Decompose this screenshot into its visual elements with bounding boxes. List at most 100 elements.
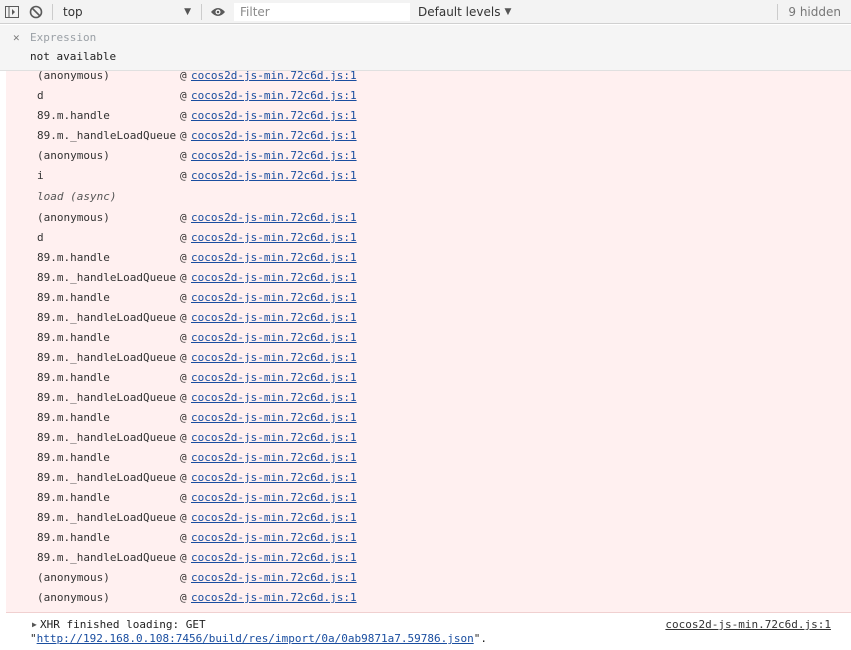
source-link[interactable]: cocos2d-js-min.72c6d.js:1 (191, 410, 357, 426)
at-sign: @ (180, 251, 187, 264)
at-sign: @ (180, 351, 187, 364)
source-link[interactable]: cocos2d-js-min.72c6d.js:1 (191, 450, 357, 466)
context-selector[interactable]: top ▼ (57, 2, 197, 22)
source-link[interactable]: cocos2d-js-min.72c6d.js:1 (191, 550, 357, 566)
console-toolbar: top ▼ Default levels ▼ 9 hidden (0, 0, 851, 24)
function-name: (anonymous) (37, 149, 110, 162)
stack-frame: 89.m.handle @ cocos2d-js-min.72c6d.js:1 (6, 450, 851, 466)
stack-frame: 89.m.handle @ cocos2d-js-min.72c6d.js:1 (6, 330, 851, 346)
function-name: (anonymous) (37, 211, 110, 224)
at-sign: @ (180, 491, 187, 504)
at-sign: @ (180, 109, 187, 122)
at-sign: @ (180, 291, 187, 304)
at-sign: @ (180, 149, 187, 162)
stack-frame: 89.m.handle @ cocos2d-js-min.72c6d.js:1 (6, 410, 851, 426)
sidebar-toggle-button[interactable] (0, 0, 24, 24)
function-name: d (37, 231, 44, 244)
toolbar-divider (52, 3, 53, 20)
function-name: 89.m.handle (37, 411, 110, 424)
function-name: 89.m._handleLoadQueue (37, 551, 177, 564)
source-link[interactable]: cocos2d-js-min.72c6d.js:1 (191, 590, 357, 606)
async-separator: load (async) (6, 189, 851, 205)
at-sign: @ (180, 511, 187, 524)
at-sign: @ (180, 571, 187, 584)
function-name: 89.m._handleLoadQueue (37, 391, 177, 404)
at-sign: @ (180, 169, 187, 182)
function-name: (anonymous) (37, 571, 110, 584)
log-levels-dropdown[interactable]: Default levels ▼ (418, 5, 511, 19)
at-sign: @ (180, 129, 187, 142)
function-name: 89.m.handle (37, 451, 110, 464)
source-link[interactable]: cocos2d-js-min.72c6d.js:1 (191, 68, 357, 84)
stack-frame: 89.m.handle @ cocos2d-js-min.72c6d.js:1 (6, 108, 851, 124)
expand-triangle-icon[interactable]: ▶ (32, 620, 37, 629)
stack-frame: 89.m._handleLoadQueue @ cocos2d-js-min.72c… (6, 310, 851, 326)
stack-frame: d @ cocos2d-js-min.72c6d.js:1 (6, 88, 851, 104)
clear-icon (29, 5, 43, 18)
xhr-source-link[interactable]: cocos2d-js-min.72c6d.js:1 (665, 618, 831, 631)
stack-frame: 89.m.handle @ cocos2d-js-min.72c6d.js:1 (6, 530, 851, 546)
source-link[interactable]: cocos2d-js-min.72c6d.js:1 (191, 168, 357, 184)
source-link[interactable]: cocos2d-js-min.72c6d.js:1 (191, 108, 357, 124)
function-name: 89.m.handle (37, 331, 110, 344)
toolbar-divider (201, 3, 202, 20)
source-link[interactable]: cocos2d-js-min.72c6d.js:1 (191, 148, 357, 164)
source-link[interactable]: cocos2d-js-min.72c6d.js:1 (191, 470, 357, 486)
source-link[interactable]: cocos2d-js-min.72c6d.js:1 (191, 310, 357, 326)
xhr-url-link[interactable]: http://192.168.0.108:7456/build/res/impo… (37, 632, 474, 645)
source-link[interactable]: cocos2d-js-min.72c6d.js:1 (191, 490, 357, 506)
stack-frame: 89.m.handle @ cocos2d-js-min.72c6d.js:1 (6, 490, 851, 506)
live-expression-button[interactable] (206, 0, 230, 24)
function-name: 89.m.handle (37, 491, 110, 504)
source-link[interactable]: cocos2d-js-min.72c6d.js:1 (191, 250, 357, 266)
source-link[interactable]: cocos2d-js-min.72c6d.js:1 (191, 128, 357, 144)
stack-frame: 89.m._handleLoadQueue @ cocos2d-js-min.72c… (6, 430, 851, 446)
stack-frame: 89.m._handleLoadQueue @ cocos2d-js-min.72c… (6, 510, 851, 526)
at-sign: @ (180, 411, 187, 424)
source-link[interactable]: cocos2d-js-min.72c6d.js:1 (191, 390, 357, 406)
eye-icon (211, 7, 225, 16)
source-link[interactable]: cocos2d-js-min.72c6d.js:1 (191, 270, 357, 286)
at-sign: @ (180, 531, 187, 544)
stack-frame: 89.m._handleLoadQueue @ cocos2d-js-min.72c… (6, 270, 851, 286)
function-name: 89.m._handleLoadQueue (37, 511, 177, 524)
stack-frame: (anonymous) @ cocos2d-js-min.72c6d.js:1 (6, 590, 851, 606)
stack-frame: (anonymous) @ cocos2d-js-min.72c6d.js:1 (6, 570, 851, 586)
stack-frame: (anonymous) @ cocos2d-js-min.72c6d.js:1 (6, 68, 851, 84)
function-name: 89.m.handle (37, 531, 110, 544)
at-sign: @ (180, 211, 187, 224)
stack-frame: 89.m._handleLoadQueue @ cocos2d-js-min.72c… (6, 128, 851, 144)
source-link[interactable]: cocos2d-js-min.72c6d.js:1 (191, 530, 357, 546)
source-link[interactable]: cocos2d-js-min.72c6d.js:1 (191, 230, 357, 246)
source-link[interactable]: cocos2d-js-min.72c6d.js:1 (191, 210, 357, 226)
at-sign: @ (180, 371, 187, 384)
stack-frame: d @ cocos2d-js-min.72c6d.js:1 (6, 230, 851, 246)
source-link[interactable]: cocos2d-js-min.72c6d.js:1 (191, 510, 357, 526)
at-sign: @ (180, 471, 187, 484)
at-sign: @ (180, 391, 187, 404)
stack-frame: i @ cocos2d-js-min.72c6d.js:1 (6, 168, 851, 184)
source-link[interactable]: cocos2d-js-min.72c6d.js:1 (191, 570, 357, 586)
source-link[interactable]: cocos2d-js-min.72c6d.js:1 (191, 88, 357, 104)
stack-frame: 89.m._handleLoadQueue @ cocos2d-js-min.72c… (6, 350, 851, 366)
source-link[interactable]: cocos2d-js-min.72c6d.js:1 (191, 350, 357, 366)
error-stack-trace: (anonymous) @ cocos2d-js-min.72c6d.js:1 d @ c… (6, 68, 851, 613)
filter-input[interactable] (234, 2, 410, 21)
at-sign: @ (180, 311, 187, 324)
at-sign: @ (180, 551, 187, 564)
context-label: top (63, 4, 83, 19)
close-icon[interactable]: ✕ (13, 31, 20, 44)
source-link[interactable]: cocos2d-js-min.72c6d.js:1 (191, 370, 357, 386)
source-link[interactable]: cocos2d-js-min.72c6d.js:1 (191, 330, 357, 346)
live-expression-panel: ✕ Expression not available (0, 25, 851, 71)
stack-frame: 89.m.handle @ cocos2d-js-min.72c6d.js:1 (6, 370, 851, 386)
function-name: 89.m.handle (37, 251, 110, 264)
url-close-quote: ". (473, 632, 487, 645)
hidden-messages-count: 9 hidden (777, 4, 841, 20)
function-name: 89.m._handleLoadQueue (37, 351, 177, 364)
at-sign: @ (180, 271, 187, 284)
clear-console-button[interactable] (24, 0, 48, 24)
source-link[interactable]: cocos2d-js-min.72c6d.js:1 (191, 290, 357, 306)
expression-label[interactable]: Expression (30, 31, 96, 44)
source-link[interactable]: cocos2d-js-min.72c6d.js:1 (191, 430, 357, 446)
